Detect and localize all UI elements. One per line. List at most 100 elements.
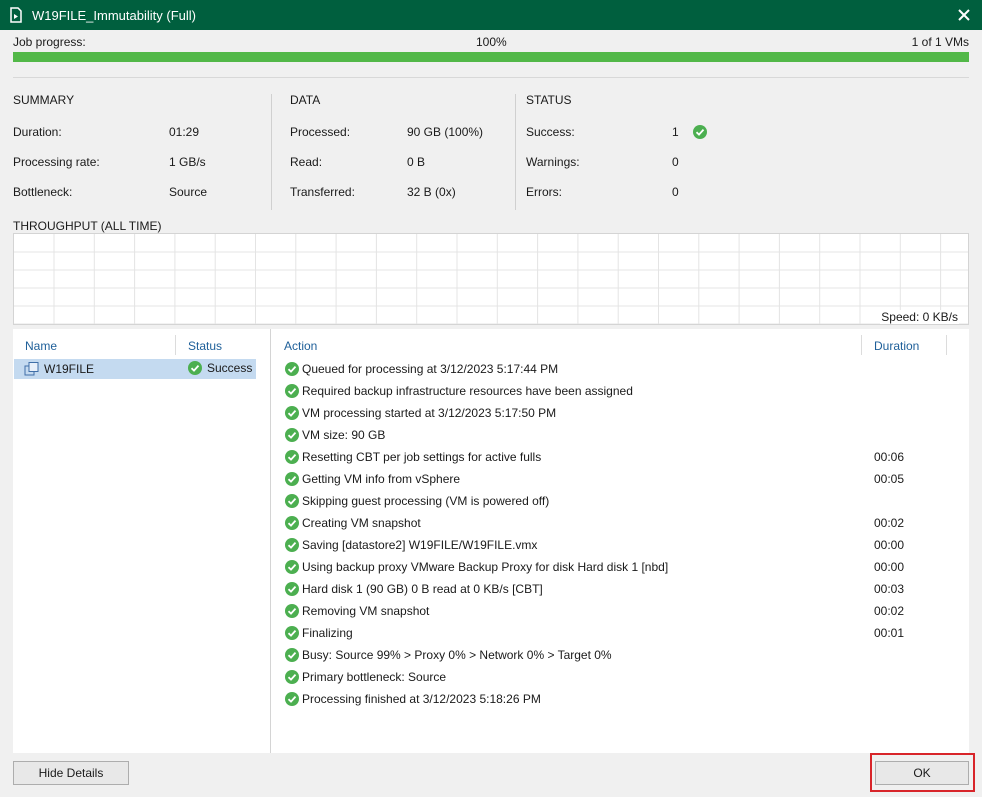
success-check-icon <box>285 494 299 508</box>
summary-row-duration: Duration: 01:29 <box>13 125 200 139</box>
data-row-transferred: Transferred: 32 B (0x) <box>290 185 456 199</box>
action-log-row[interactable]: Queued for processing at 3/12/2023 5:17:… <box>272 358 969 380</box>
job-progress-label: Job progress: <box>13 35 86 49</box>
action-duration: 00:01 <box>874 626 905 640</box>
action-text: Finalizing <box>302 626 353 640</box>
action-text: Processing finished at 3/12/2023 5:18:26… <box>302 692 541 706</box>
ok-button[interactable]: OK <box>875 761 969 785</box>
throughput-title: THROUGHPUT (ALL TIME) <box>13 219 162 233</box>
action-log-row[interactable]: Saving [datastore2] W19FILE/W19FILE.vmx 0… <box>272 534 969 556</box>
status-row-success: Success: 1 <box>526 125 746 155</box>
action-text: Getting VM info from vSphere <box>302 472 461 486</box>
success-check-icon <box>285 472 299 486</box>
data-section: DATA Processed: 90 GB (100%) Read: 0 B Tra… <box>290 93 510 215</box>
action-log-row[interactable]: VM processing started at 3/12/2023 5:17:… <box>272 402 969 424</box>
summary-row-bottleneck: Bottleneck: Source <box>13 185 208 199</box>
action-log-row[interactable]: Primary bottleneck: Source <box>272 666 969 688</box>
success-check-icon <box>285 604 299 618</box>
vm-name: W19FILE <box>44 362 95 376</box>
throughput-chart: Speed: 0 KB/s <box>13 233 969 325</box>
column-header-duration[interactable]: Duration <box>874 339 919 353</box>
success-check-icon <box>285 560 299 574</box>
action-text: Creating VM snapshot <box>302 516 421 530</box>
action-log-row[interactable]: Processing finished at 3/12/2023 5:18:26… <box>272 688 969 710</box>
action-duration: 00:05 <box>874 472 905 486</box>
action-text: Skipping guest processing (VM is powered… <box>302 494 550 508</box>
action-text: Queued for processing at 3/12/2023 5:17:… <box>302 362 559 376</box>
job-progress-percent: 100% <box>476 35 507 49</box>
success-check-icon <box>188 361 202 375</box>
vm-status-text: Success <box>207 361 253 375</box>
action-log-row[interactable]: Getting VM info from vSphere 00:05 <box>272 468 969 490</box>
success-check-icon <box>285 538 299 552</box>
column-separator[interactable] <box>175 335 176 355</box>
action-log-row[interactable]: Required backup infrastructure resources… <box>272 380 969 402</box>
action-text: Saving [datastore2] W19FILE/W19FILE.vmx <box>302 538 538 552</box>
action-text: VM processing started at 3/12/2023 5:17:… <box>302 406 557 420</box>
throughput-speed: Speed: 0 KB/s <box>880 310 959 324</box>
veeam-job-icon <box>8 7 24 23</box>
success-check-icon <box>285 582 299 596</box>
column-header-name[interactable]: Name <box>25 339 57 353</box>
success-check-icon <box>285 648 299 662</box>
hide-details-button[interactable]: Hide Details <box>13 761 129 785</box>
action-log-row[interactable]: VM size: 90 GB <box>272 424 969 446</box>
action-log-row[interactable]: Finalizing 00:01 <box>272 622 969 644</box>
action-log-row[interactable]: Removing VM snapshot 00:02 <box>272 600 969 622</box>
action-log-row[interactable]: Hard disk 1 (90 GB) 0 B read at 0 KB/s [… <box>272 578 969 600</box>
column-header-action[interactable]: Action <box>284 339 317 353</box>
close-icon[interactable] <box>954 5 974 25</box>
action-text: Hard disk 1 (90 GB) 0 B read at 0 KB/s [… <box>302 582 543 596</box>
success-check-icon <box>285 670 299 684</box>
data-row-processed: Processed: 90 GB (100%) <box>290 125 484 139</box>
action-text: Primary bottleneck: Source <box>302 670 447 684</box>
success-check-icon <box>285 384 299 398</box>
summary-row-rate: Processing rate: 1 GB/s <box>13 155 206 169</box>
action-text: Removing VM snapshot <box>302 604 430 618</box>
action-log-row[interactable]: Busy: Source 99% > Proxy 0% > Network 0%… <box>272 644 969 666</box>
status-row-errors: Errors: 0 <box>526 185 679 199</box>
action-duration: 00:02 <box>874 604 905 618</box>
status-title: STATUS <box>526 93 572 107</box>
vm-list-item[interactable]: W19FILE Success <box>14 359 256 379</box>
action-text: Using backup proxy VMware Backup Proxy f… <box>302 560 669 574</box>
vm-status: Success <box>188 361 252 375</box>
data-row-read: Read: 0 B <box>290 155 426 169</box>
action-log-row[interactable]: Resetting CBT per job settings for activ… <box>272 446 969 468</box>
window-title: W19FILE_Immutability (Full) <box>32 7 196 23</box>
divider <box>515 94 516 210</box>
vm-icon <box>24 361 40 377</box>
action-duration: 00:06 <box>874 450 905 464</box>
column-separator[interactable] <box>946 335 947 355</box>
success-check-icon <box>285 406 299 420</box>
action-text: VM size: 90 GB <box>302 428 386 442</box>
job-progress-vms: 1 of 1 VMs <box>911 35 969 49</box>
action-duration: 00:00 <box>874 538 905 552</box>
success-check-icon <box>693 125 707 139</box>
success-check-icon <box>285 516 299 530</box>
summary-title: SUMMARY <box>13 93 75 107</box>
action-duration: 00:00 <box>874 560 905 574</box>
status-row-warnings: Warnings: 0 <box>526 155 679 169</box>
vm-list-pane: Name Status W19FILE Success <box>13 329 271 753</box>
action-log-list: Queued for processing at 3/12/2023 5:17:… <box>272 358 969 710</box>
divider <box>271 94 272 210</box>
action-log-row[interactable]: Skipping guest processing (VM is powered… <box>272 490 969 512</box>
success-check-icon <box>285 692 299 706</box>
action-duration: 00:02 <box>874 516 905 530</box>
title-bar: W19FILE_Immutability (Full) <box>0 0 982 30</box>
action-log-pane: Action Duration Queued for processing at… <box>272 329 969 753</box>
column-separator[interactable] <box>861 335 862 355</box>
throughput-grid <box>14 234 968 324</box>
data-title: DATA <box>290 93 321 107</box>
action-duration: 00:03 <box>874 582 905 596</box>
success-check-icon <box>285 626 299 640</box>
details-panel: Name Status W19FILE Success Action Durat… <box>13 329 969 753</box>
action-log-row[interactable]: Creating VM snapshot 00:02 <box>272 512 969 534</box>
action-text: Required backup infrastructure resources… <box>302 384 633 398</box>
success-check-icon <box>285 428 299 442</box>
job-progress-fill <box>13 52 969 62</box>
column-header-status[interactable]: Status <box>188 339 222 353</box>
action-log-row[interactable]: Using backup proxy VMware Backup Proxy f… <box>272 556 969 578</box>
status-section: STATUS Success: 1 Warnings: 0 Errors: 0 <box>526 93 746 215</box>
